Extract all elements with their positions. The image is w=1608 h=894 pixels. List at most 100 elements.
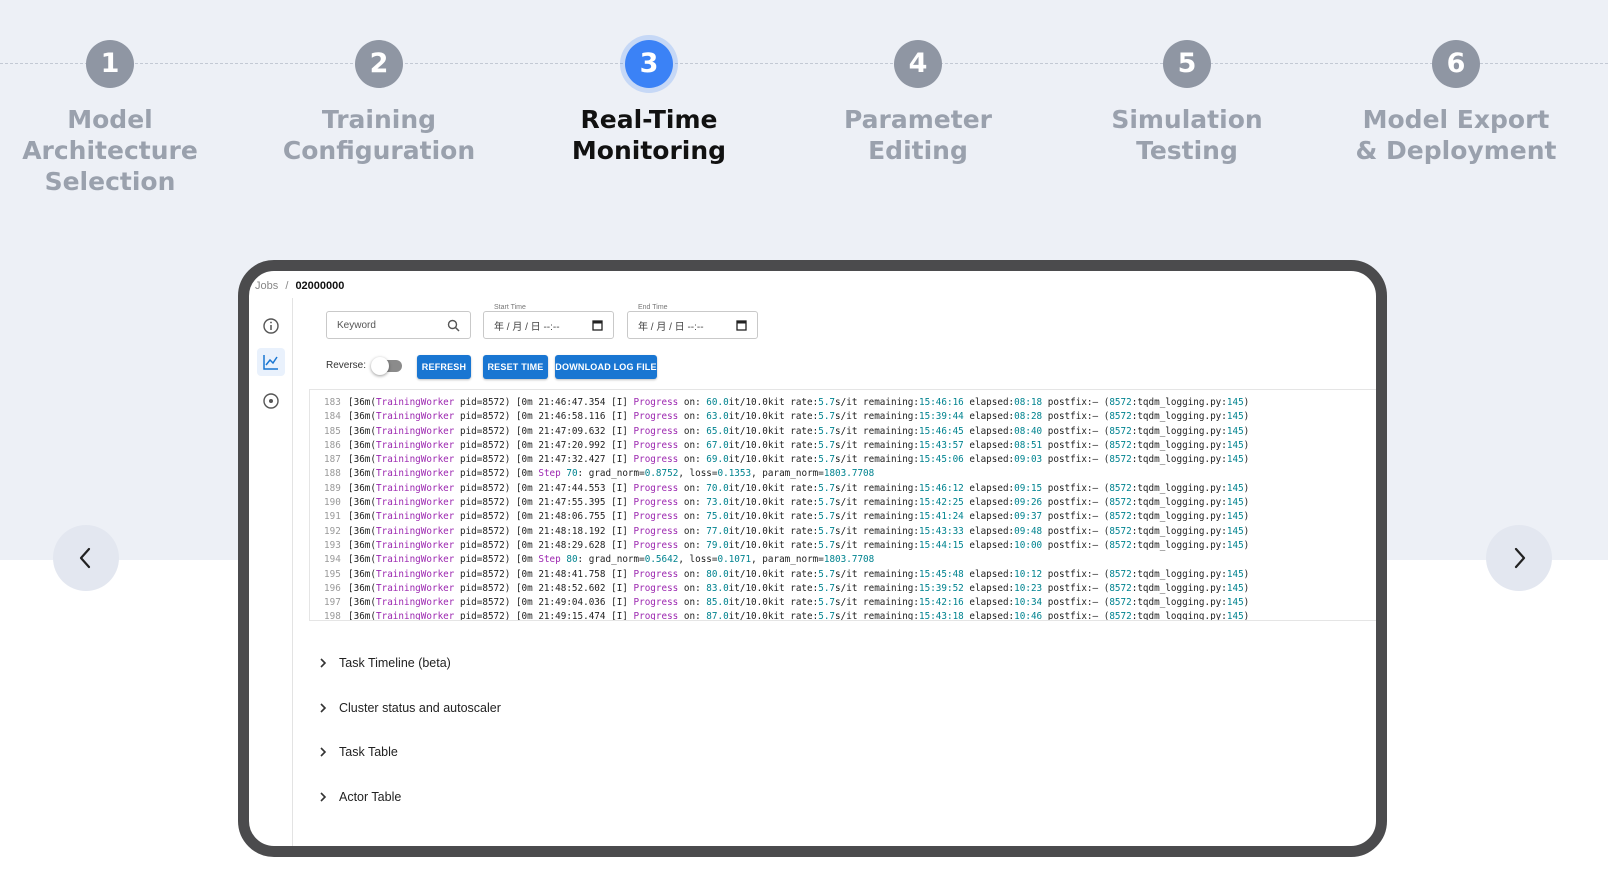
log-segment: 8572 <box>1109 425 1132 437</box>
step-2[interactable]: 2 Training Configuration <box>259 40 499 166</box>
log-segment: elapsed: <box>963 539 1015 551</box>
calendar-icon[interactable] <box>736 319 747 331</box>
log-segment: 145 <box>1226 482 1244 494</box>
log-segment: [36m( <box>348 425 376 437</box>
log-segment: TrainingWorker <box>376 454 455 466</box>
log-segment: postfix:– ( <box>1042 611 1110 621</box>
log-segment: 75.0 <box>706 511 729 523</box>
app-screen: Jobs / 02000000 Keyword Start Time 年 / 月… <box>249 271 1376 846</box>
end-time-input[interactable]: End Time 年 / 月 / 日 --:-- <box>627 304 758 339</box>
log-segment: 80 <box>566 554 578 566</box>
download-log-button[interactable]: DOWNLOAD LOG FILE <box>555 355 657 379</box>
log-segment: on: <box>678 511 707 523</box>
log-segment: ) <box>1243 397 1250 408</box>
log-segment: Progress <box>633 525 679 537</box>
log-segment: Progress <box>633 439 679 451</box>
line-number: 183 <box>324 397 341 408</box>
log-segment: s/it remaining: <box>835 482 919 494</box>
log-segment: TrainingWorker <box>376 425 455 437</box>
log-segment: 0.1353 <box>717 468 752 480</box>
log-segment: 5.7 <box>818 525 836 537</box>
calendar-icon[interactable] <box>592 319 603 331</box>
keyword-search-input[interactable]: Keyword <box>326 311 471 339</box>
log-segment: 145 <box>1226 597 1244 609</box>
prev-button[interactable] <box>53 525 119 591</box>
line-number: 195 <box>324 568 341 580</box>
log-segment: Progress <box>633 411 679 423</box>
log-segment: 15:42:25 <box>919 497 964 509</box>
log-segment: Progress <box>633 568 679 580</box>
step-5[interactable]: 5 Simulation Testing <box>1067 40 1307 166</box>
log-segment: 10:12 <box>1014 568 1043 580</box>
log-segment: 69.0 <box>706 454 729 466</box>
log-segment: :tqdm_logging.py: <box>1131 397 1227 408</box>
breadcrumb-parent[interactable]: Jobs <box>255 280 278 292</box>
log-segment: postfix:– ( <box>1042 482 1110 494</box>
log-line: 187 [36m(TrainingWorker pid=8572) [0m 21:… <box>310 453 1376 467</box>
log-segment: Progress <box>633 425 679 437</box>
log-segment: postfix:– ( <box>1042 397 1110 408</box>
workflow-stepper: 1 Model Architecture Selection 2 Trainin… <box>0 0 1608 220</box>
log-segment: 8572 <box>1109 439 1132 451</box>
log-segment: 145 <box>1226 582 1244 594</box>
chevron-right-icon <box>1514 547 1526 569</box>
log-segment: : grad_norm= <box>577 554 645 566</box>
line-number: 188 <box>324 468 341 480</box>
log-segment: 85.0 <box>706 597 729 609</box>
refresh-button[interactable]: REFRESH <box>417 355 471 379</box>
log-segment: elapsed: <box>963 482 1015 494</box>
log-segment: [36m( <box>348 411 376 423</box>
log-segment: ) <box>1243 411 1250 423</box>
log-segment: 5.7 <box>818 411 836 423</box>
log-segment: 15:46:16 <box>919 397 964 408</box>
log-segment: 15:43:18 <box>919 611 964 621</box>
log-segment: postfix:– ( <box>1042 568 1110 580</box>
log-segment: elapsed: <box>963 454 1015 466</box>
log-segment: 145 <box>1226 511 1244 523</box>
log-segment: 0.8752 <box>644 468 679 480</box>
log-segment: it/10.0kit rate: <box>728 611 819 621</box>
section-task-table[interactable]: Task Table <box>319 740 398 764</box>
log-segment: Progress <box>633 482 679 494</box>
sidebar-target[interactable] <box>257 387 285 415</box>
step-label: Model Export & Deployment <box>1355 105 1557 165</box>
log-segment: :tqdm_logging.py: <box>1131 411 1227 423</box>
next-button[interactable] <box>1486 525 1552 591</box>
log-line: 189 [36m(TrainingWorker pid=8572) [0m 21:… <box>310 482 1376 496</box>
section-actor-table[interactable]: Actor Table <box>319 785 401 809</box>
section-task-timeline[interactable]: Task Timeline (beta) <box>319 651 451 675</box>
log-line: 185 [36m(TrainingWorker pid=8572) [0m 21:… <box>310 425 1376 439</box>
log-segment: on: <box>678 525 707 537</box>
log-segment: 145 <box>1226 568 1244 580</box>
log-segment: Progress <box>633 397 679 408</box>
line-chart-icon <box>263 355 278 370</box>
log-segment: 0.5642 <box>644 554 679 566</box>
chevron-left-icon <box>79 547 91 569</box>
start-time-label: Start Time <box>492 304 528 311</box>
log-segment: [36m( <box>348 597 376 609</box>
log-segment: pid=8572) [0m 21:47:55.395 [I] <box>454 497 634 509</box>
sidebar-info[interactable] <box>257 312 285 340</box>
log-segment: TrainingWorker <box>376 468 455 480</box>
log-segment: 15:43:57 <box>919 439 964 451</box>
step-4[interactable]: 4 Parameter Editing <box>798 40 1038 166</box>
log-segment: s/it remaining: <box>835 611 919 621</box>
log-line: 183 [36m(TrainingWorker pid=8572) [0m 21:… <box>310 396 1376 410</box>
log-segment: 8572 <box>1109 525 1132 537</box>
reverse-label: Reverse: <box>326 360 367 371</box>
reverse-toggle[interactable] <box>371 357 402 375</box>
info-icon <box>263 318 279 334</box>
log-segment: [36m( <box>348 454 376 466</box>
log-segment: :tqdm_logging.py: <box>1131 439 1227 451</box>
log-segment: elapsed: <box>963 497 1015 509</box>
start-time-input[interactable]: Start Time 年 / 月 / 日 --:-- <box>483 304 614 339</box>
log-segment: ) <box>1243 454 1250 466</box>
sidebar-metrics[interactable] <box>257 348 285 376</box>
section-cluster-status[interactable]: Cluster status and autoscaler <box>319 696 501 720</box>
step-1[interactable]: 1 Model Architecture Selection <box>0 40 230 197</box>
log-viewer[interactable]: 183 [36m(TrainingWorker pid=8572) [0m 21:… <box>309 389 1376 621</box>
step-6[interactable]: 6 Model Export & Deployment <box>1336 40 1576 166</box>
step-label: Real-Time Monitoring <box>571 105 727 165</box>
step-3[interactable]: 3 Real-Time Monitoring <box>529 40 769 166</box>
reset-time-button[interactable]: RESET TIME <box>483 355 548 379</box>
